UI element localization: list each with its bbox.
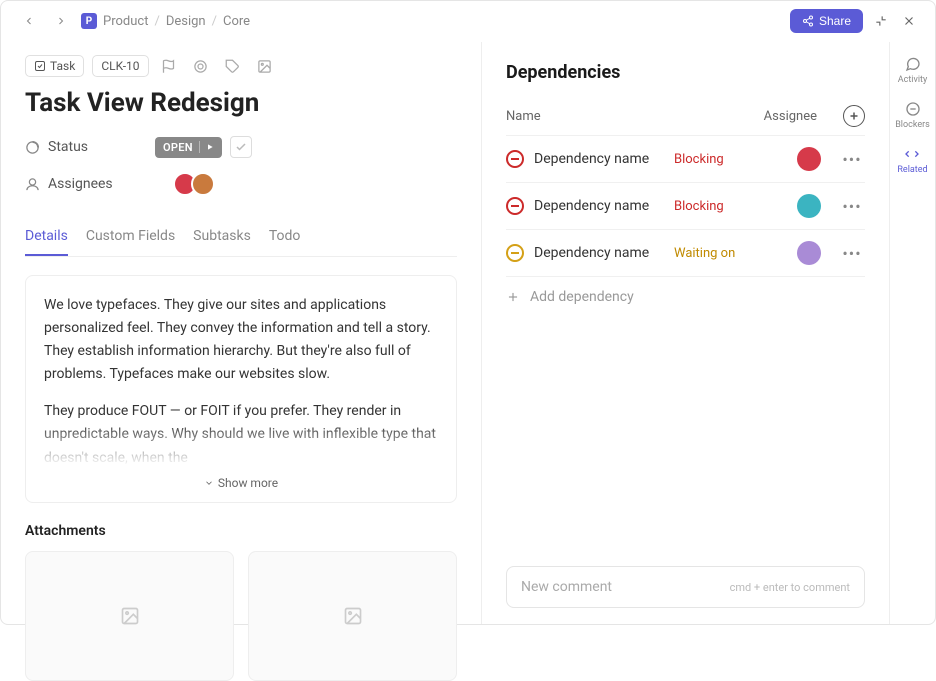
add-dependency-icon[interactable] [843,105,865,127]
dependency-name: Dependency name [534,245,664,261]
share-button[interactable]: Share [790,9,863,33]
right-rail: Activity Blockers Related [889,42,935,624]
rail-activity[interactable]: Activity [898,56,927,85]
attachment-placeholder[interactable] [248,551,457,681]
dependencies-panel: Dependencies Name Assignee Dependency na… [481,42,889,624]
dependency-assignee[interactable] [797,194,821,218]
task-id-chip[interactable]: CLK-10 [92,55,148,77]
comment-input[interactable]: New comment cmd + enter to comment [506,566,865,608]
chat-icon [905,56,921,72]
dependency-row[interactable]: Dependency name Blocking ••• [506,182,865,229]
plus-icon [506,290,520,304]
tab-details[interactable]: Details [25,218,68,256]
rail-related[interactable]: Related [897,146,927,175]
assignees-avatars[interactable] [155,172,215,196]
close-icon[interactable] [899,11,919,31]
rail-blockers[interactable]: Blockers [895,101,930,130]
row-more-icon[interactable]: ••• [839,197,865,216]
nav-back-icon[interactable] [17,9,41,33]
chevron-down-icon [204,478,214,488]
dependency-row[interactable]: Dependency name Waiting on ••• [506,229,865,277]
description-paragraph: We love typefaces. They give our sites a… [44,294,438,386]
image-icon [343,606,363,626]
dependency-status: Blocking [674,199,724,214]
avatar [797,147,821,171]
dependency-status-icon [506,244,524,262]
play-icon [206,143,214,151]
dependency-row[interactable]: Dependency name Blocking ••• [506,135,865,182]
dependencies-heading: Dependencies [506,62,865,83]
breadcrumb-sep-icon: / [154,14,159,29]
comment-hint: cmd + enter to comment [730,581,850,594]
collapse-icon[interactable] [871,11,891,31]
task-detail-panel: Task CLK-10 Task View Redesign Status [1,42,481,624]
row-more-icon[interactable]: ••• [839,244,865,263]
task-id-label: CLK-10 [101,59,139,73]
breadcrumb-sep-icon: / [212,14,217,29]
minus-circle-icon [905,101,921,117]
dependency-name: Dependency name [534,151,664,167]
dependency-status-icon [506,197,524,215]
image-icon[interactable] [253,54,277,78]
status-badge[interactable]: OPEN [155,137,222,158]
share-label: Share [819,14,851,28]
attachment-placeholder[interactable] [25,551,234,681]
description-paragraph: They produce FOUT — or FOIT if you prefe… [44,400,438,469]
dependency-status-icon [506,150,524,168]
breadcrumb-item[interactable]: Product [103,14,148,29]
image-icon [120,606,140,626]
nav-forward-icon[interactable] [49,9,73,33]
flag-icon[interactable] [157,54,181,78]
attachments-heading: Attachments [25,523,457,539]
related-icon [904,146,920,162]
tab-todo[interactable]: Todo [269,218,301,256]
avatar [797,241,821,265]
add-dependency-button[interactable]: Add dependency [506,277,865,317]
dependency-name: Dependency name [534,198,664,214]
tag-icon[interactable] [221,54,245,78]
col-assignee-header: Assignee [764,109,835,124]
comment-placeholder: New comment [521,579,612,595]
breadcrumb-item[interactable]: Core [223,14,250,29]
dependency-assignee[interactable] [797,147,821,171]
row-more-icon[interactable]: ••• [839,150,865,169]
tab-subtasks[interactable]: Subtasks [193,218,251,256]
tab-custom-fields[interactable]: Custom Fields [86,218,175,256]
target-icon[interactable] [189,54,213,78]
status-field-label: Status [25,139,155,155]
avatar [191,172,215,196]
avatar [797,194,821,218]
breadcrumb: P Product / Design / Core [81,13,250,29]
task-type-label: Task [50,59,75,73]
description-box[interactable]: We love typefaces. They give our sites a… [25,275,457,503]
show-more-button[interactable]: Show more [44,470,438,494]
dependency-assignee[interactable] [797,241,821,265]
complete-checkbox[interactable] [230,136,252,158]
assignees-field-label: Assignees [25,176,155,192]
breadcrumb-item[interactable]: Design [166,14,206,29]
tabs: Details Custom Fields Subtasks Todo [25,218,457,257]
dependency-status: Blocking [674,152,724,167]
topbar: P Product / Design / Core Share [1,1,935,42]
task-type-chip[interactable]: Task [25,55,84,77]
task-title[interactable]: Task View Redesign [25,88,457,118]
status-value: OPEN [163,141,193,154]
dependency-status: Waiting on [674,246,735,261]
col-name-header: Name [506,109,707,124]
workspace-icon: P [81,13,97,29]
